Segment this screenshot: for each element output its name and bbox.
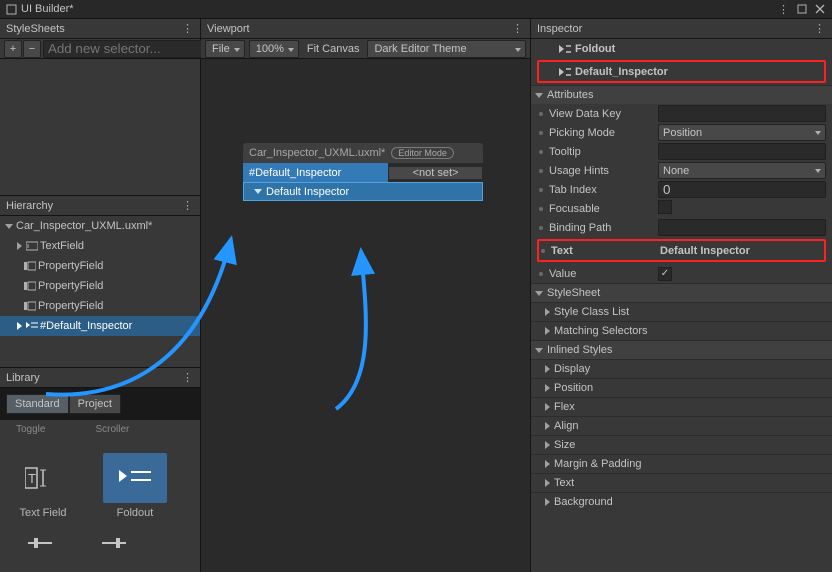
property-icon (24, 280, 36, 292)
hierarchy-item[interactable]: PropertyField (0, 256, 200, 276)
chevron-right-icon (17, 322, 22, 330)
section-size[interactable]: Size (531, 435, 832, 454)
default-inspector-title: Default_Inspector (575, 66, 668, 78)
hierarchy-item[interactable]: PropertyField (0, 296, 200, 316)
editor-mode-badge: Editor Mode (391, 147, 454, 159)
picking-mode-dropdown[interactable]: Position (658, 124, 826, 141)
viewport-menu-icon[interactable]: ⋮ (512, 22, 524, 35)
viewport-notset[interactable]: <not set> (388, 166, 483, 180)
chevron-down-icon (254, 189, 262, 194)
add-selector-button[interactable]: + (4, 40, 22, 58)
hierarchy-menu-icon[interactable]: ⋮ (182, 199, 194, 212)
focusable-checkbox[interactable] (658, 200, 672, 214)
library-header: Library (6, 372, 40, 384)
foldout-icon (559, 66, 571, 78)
section-stylesheet[interactable]: StyleSheet (531, 283, 832, 302)
svg-text:T: T (28, 471, 36, 486)
tab-standard[interactable]: Standard (6, 394, 69, 414)
library-item-foldout[interactable]: Foldout (100, 435, 170, 519)
section-inlined[interactable]: Inlined Styles (531, 340, 832, 359)
section-flex[interactable]: Flex (531, 397, 832, 416)
slider-icon (102, 535, 126, 551)
usage-hints-dropdown[interactable]: None (658, 162, 826, 179)
window-expand-icon[interactable] (796, 3, 808, 15)
view-data-key-input[interactable] (658, 105, 826, 122)
tab-index-input[interactable] (658, 181, 826, 198)
viewport-selector[interactable]: #Default_Inspector (243, 163, 388, 182)
theme-dropdown[interactable]: Dark Editor Theme (367, 40, 526, 58)
section-align[interactable]: Align (531, 416, 832, 435)
viewport-doc-header[interactable]: Car_Inspector_UXML.uxml* Editor Mode (243, 143, 483, 163)
remove-selector-button[interactable]: − (23, 40, 41, 58)
tab-project[interactable]: Project (69, 394, 121, 414)
stylesheets-header: StyleSheets (6, 23, 65, 35)
tooltip-input[interactable] (658, 143, 826, 160)
section-display[interactable]: Display (531, 359, 832, 378)
window-title: UI Builder* (21, 3, 74, 15)
slider-icon (28, 535, 52, 551)
window-close-icon[interactable] (814, 3, 826, 15)
section-margin[interactable]: Margin & Padding (531, 454, 832, 473)
binding-path-input[interactable] (658, 219, 826, 236)
hierarchy-root[interactable]: Car_Inspector_UXML.uxml* (0, 216, 200, 236)
foldout-icon (26, 320, 38, 332)
viewport-header: Viewport (207, 23, 250, 35)
hierarchy-root-label: Car_Inspector_UXML.uxml* (16, 220, 152, 232)
stylesheets-menu-icon[interactable]: ⋮ (182, 22, 194, 35)
chevron-down-icon (5, 224, 13, 229)
foldout-icon (559, 43, 571, 55)
hierarchy-item[interactable]: TextField (0, 236, 200, 256)
section-matching[interactable]: Matching Selectors (531, 321, 832, 340)
hierarchy-item[interactable]: PropertyField (0, 276, 200, 296)
inspector-header: Inspector (537, 23, 582, 35)
window-icon (6, 4, 17, 15)
section-style-class[interactable]: Style Class List (531, 302, 832, 321)
text-value: Default Inspector (660, 245, 750, 257)
window-menu-icon[interactable]: ⋮ (778, 3, 790, 15)
library-menu-icon[interactable]: ⋮ (182, 371, 194, 384)
foldout-title: Foldout (575, 43, 615, 55)
file-menu[interactable]: File (205, 40, 245, 58)
inspector-menu-icon[interactable]: ⋮ (814, 22, 826, 35)
section-position[interactable]: Position (531, 378, 832, 397)
textfield-icon (26, 240, 38, 252)
chevron-right-icon (17, 242, 22, 250)
viewport-foldout-label[interactable]: Default Inspector (243, 182, 483, 201)
section-attributes[interactable]: Attributes (531, 85, 832, 104)
library-item-textfield[interactable]: T Text Field (8, 435, 78, 519)
zoom-dropdown[interactable]: 100% (249, 40, 299, 58)
section-background[interactable]: Background (531, 492, 832, 511)
fit-canvas-button[interactable]: Fit Canvas (303, 43, 364, 55)
property-icon (24, 260, 36, 272)
hierarchy-header: Hierarchy (6, 200, 53, 212)
section-text[interactable]: Text (531, 473, 832, 492)
value-checkbox[interactable]: ✓ (658, 267, 672, 281)
hierarchy-item-selected[interactable]: #Default_Inspector (0, 316, 200, 336)
property-icon (24, 300, 36, 312)
chevron-down-icon (535, 93, 543, 98)
